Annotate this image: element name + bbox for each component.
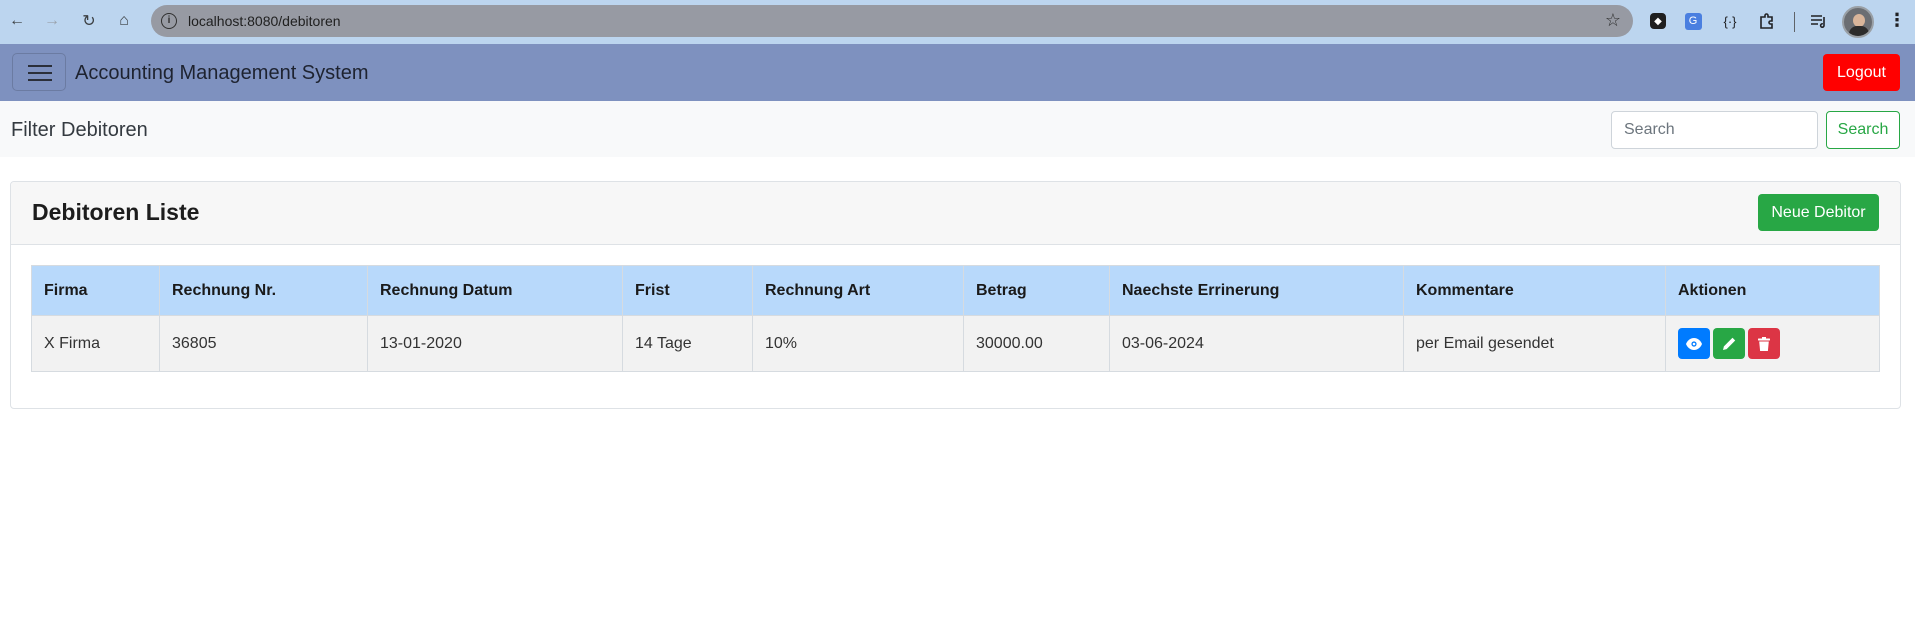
search-input[interactable] [1611,111,1818,149]
debitoren-table: Firma Rechnung Nr. Rechnung Datum Frist … [31,265,1880,372]
hamburger-menu-button[interactable] [12,53,66,91]
delete-button[interactable] [1748,328,1780,359]
pencil-icon [1723,337,1736,350]
column-header-frist: Frist [622,265,753,316]
eye-icon [1686,337,1702,350]
cell-kommentare: per Email gesendet [1403,315,1666,372]
app-brand[interactable]: Accounting Management System [75,62,369,85]
column-header-betrag: Betrag [963,265,1110,316]
browser-toolbar: ← → ↻ ⌂ i localhost:8080/debitoren ☆ ◆ G… [0,0,1915,44]
filter-bar: Filter Debitoren Search [0,101,1915,157]
cell-firma: X Firma [31,315,160,372]
trash-icon [1758,336,1770,351]
forward-icon[interactable]: → [41,10,63,32]
translate-extension-icon[interactable]: G [1683,11,1703,31]
site-info-icon[interactable]: i [161,13,177,29]
new-debitor-button[interactable]: Neue Debitor [1758,194,1879,231]
hamburger-line-icon [28,72,52,74]
home-icon[interactable]: ⌂ [113,10,135,32]
browser-menu-icon[interactable]: ⋮ [1888,10,1906,31]
column-header-rechnung-art: Rechnung Art [752,265,964,316]
reload-icon[interactable]: ↻ [78,10,100,32]
cell-aktionen [1665,315,1880,372]
view-button[interactable] [1678,328,1710,359]
hamburger-line-icon [28,79,52,81]
cell-betrag: 30000.00 [963,315,1110,372]
debitoren-card: Debitoren Liste Neue Debitor Firma Rechn… [10,181,1901,409]
address-bar[interactable]: i localhost:8080/debitoren ☆ [151,5,1633,37]
extensions-puzzle-icon[interactable] [1757,11,1777,31]
table-header-row: Firma Rechnung Nr. Rechnung Datum Frist … [31,265,1880,316]
logout-button[interactable]: Logout [1823,54,1900,91]
search-button[interactable]: Search [1826,111,1900,149]
card-header: Debitoren Liste Neue Debitor [11,182,1900,245]
column-header-rechnung-datum: Rechnung Datum [367,265,623,316]
avatar-body [1849,26,1869,36]
card-title: Debitoren Liste [32,199,200,225]
column-header-kommentare: Kommentare [1403,265,1666,316]
column-header-firma: Firma [31,265,160,316]
column-header-naechste-errinerung: Naechste Errinerung [1109,265,1404,316]
shield-icon: ◆ [1650,13,1666,29]
column-header-aktionen: Aktionen [1665,265,1880,316]
cell-rechnung-datum: 13-01-2020 [367,315,623,372]
translate-icon: G [1684,12,1702,30]
edit-button[interactable] [1713,328,1745,359]
cell-frist: 14 Tage [622,315,753,372]
filter-title: Filter Debitoren [11,119,148,141]
back-icon[interactable]: ← [6,10,28,32]
json-extension-icon[interactable]: {·} [1720,11,1740,31]
cell-rechnung-art: 10% [752,315,964,372]
cell-naechste-errinerung: 03-06-2024 [1109,315,1404,372]
column-header-rechnung-nr: Rechnung Nr. [159,265,368,316]
hamburger-line-icon [28,65,52,67]
cell-rechnung-nr: 36805 [159,315,368,372]
extension-icon-shield[interactable]: ◆ [1648,11,1668,31]
toolbar-divider [1794,12,1795,32]
profile-avatar[interactable] [1842,6,1874,38]
app-navbar: Accounting Management System Logout [0,44,1915,101]
table-row: X Firma 36805 13-01-2020 14 Tage 10% 300… [31,315,1880,372]
reading-list-icon[interactable] [1809,11,1829,31]
url-text[interactable]: localhost:8080/debitoren [188,13,341,29]
bookmark-star-icon[interactable]: ☆ [1605,10,1621,31]
